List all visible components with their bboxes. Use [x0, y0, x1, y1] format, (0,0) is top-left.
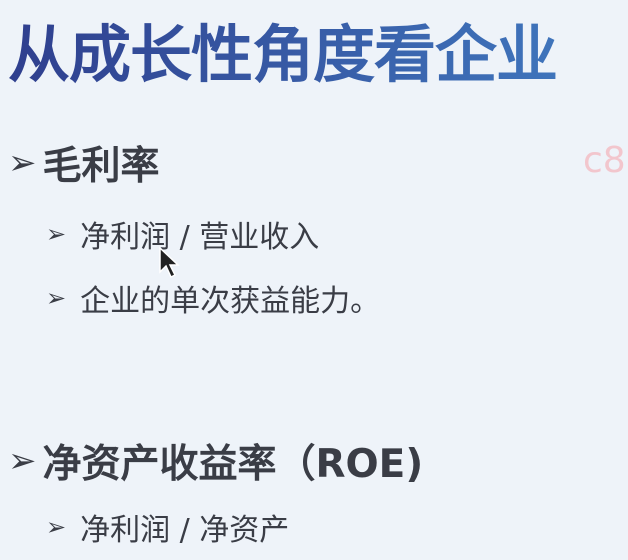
sub-bullet: ➢ 净利润 / 净资产: [46, 505, 289, 549]
heading-text: 毛利率: [42, 144, 160, 189]
bullet-heading-gross-margin: ➢ 毛利率: [8, 135, 160, 191]
arrow-bullet-icon: ➢: [46, 513, 67, 541]
arrow-bullet-icon: ➢: [46, 220, 67, 248]
arrow-bullet-icon: ➢: [8, 143, 37, 183]
mouse-cursor-icon: [159, 246, 180, 279]
arrow-bullet-icon: ➢: [8, 441, 37, 481]
bullet-heading-roe: ➢ 净资产收益率（ROE): [8, 433, 423, 489]
slide-title: 从成长性角度看企业: [8, 4, 558, 94]
heading-text: 净资产收益率（ROE): [42, 442, 424, 487]
sub-bullet-text: 净利润 / 营业收入: [80, 220, 320, 255]
sub-bullet: ➢ 企业的单次获益能力。: [46, 276, 380, 320]
sub-bullet-text: 净利润 / 净资产: [80, 513, 290, 548]
sub-bullet: ➢ 净利润 / 营业收入: [46, 212, 319, 256]
watermark: c8: [583, 140, 626, 181]
arrow-bullet-icon: ➢: [46, 284, 67, 312]
sub-bullet-text: 企业的单次获益能力。: [80, 284, 381, 319]
